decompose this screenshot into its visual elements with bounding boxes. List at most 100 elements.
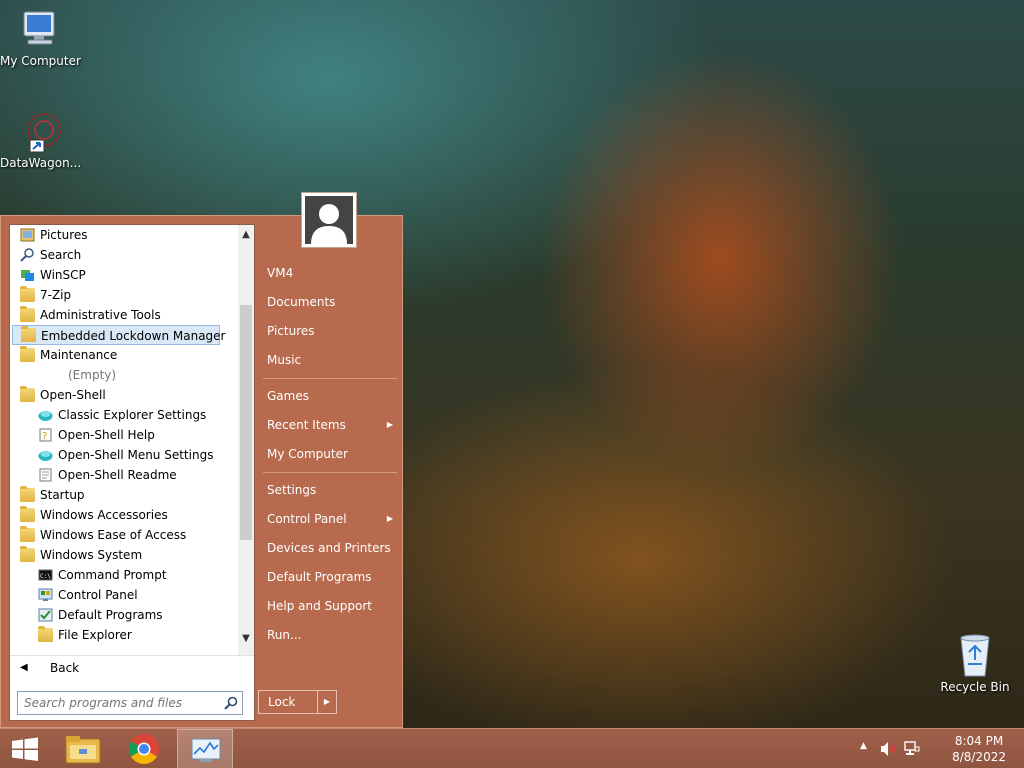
list-item-7zip[interactable]: 7-Zip	[10, 285, 238, 305]
winscp-icon	[21, 270, 34, 281]
right-item-devices-and-printers[interactable]: Devices and Printers	[259, 535, 399, 561]
folder-icon	[20, 526, 35, 542]
lock-options-button[interactable]: ▶	[317, 690, 337, 714]
list-item-winscp[interactable]: WinSCP	[10, 265, 238, 285]
search-icon	[20, 248, 34, 262]
folder-icon	[20, 486, 35, 502]
user-icon	[311, 204, 347, 244]
separator	[263, 472, 397, 473]
programs-scrollbar[interactable]: ▲ ▼	[238, 225, 254, 655]
list-item-file-explorer[interactable]: File Explorer	[10, 625, 238, 645]
computer-icon	[23, 11, 55, 45]
list-item-empty: (Empty)	[68, 368, 117, 382]
clock[interactable]: 8:04 PM 8/8/2022	[952, 733, 1006, 765]
file-explorer-icon	[38, 626, 53, 642]
right-item-games[interactable]: Games	[259, 383, 399, 409]
chevron-right-icon: ▶	[323, 697, 331, 706]
list-item-classic-explorer-settings[interactable]: Classic Explorer Settings	[10, 405, 238, 425]
cmd-icon: C:\	[38, 569, 53, 581]
programs-list: Pictures Search WinSCP 7-Zip Administrat…	[10, 225, 238, 655]
document-icon	[39, 468, 52, 482]
clock-time: 8:04 PM	[954, 734, 1004, 748]
show-hidden-icons-icon[interactable]: ▲	[860, 741, 867, 751]
list-item-embedded-lockdown-manager[interactable]: Embedded Lockdown Manager	[12, 325, 225, 345]
list-item-open-shell-menu-settings[interactable]: Open-Shell Menu Settings	[10, 445, 238, 465]
scroll-down-icon[interactable]: ▼	[238, 631, 254, 647]
right-item-settings[interactable]: Settings	[259, 477, 399, 503]
right-item-documents[interactable]: Documents	[259, 289, 399, 315]
right-item-vm4[interactable]: VM4	[259, 260, 399, 286]
svg-text:?: ?	[42, 431, 47, 442]
submenu-arrow-icon: ▶	[386, 514, 393, 523]
folder-icon	[20, 286, 35, 302]
list-item-open-shell[interactable]: Open-Shell	[10, 385, 238, 405]
start-button[interactable]	[0, 729, 50, 768]
right-item-recent-items[interactable]: Recent Items ▶	[259, 412, 399, 438]
list-item-open-shell-help[interactable]: ? Open-Shell Help	[10, 425, 238, 445]
list-item-administrative-tools[interactable]: Administrative Tools	[10, 305, 238, 325]
search-input[interactable]	[18, 692, 208, 714]
network-icon[interactable]	[904, 741, 920, 757]
list-item-search[interactable]: Search	[10, 245, 238, 265]
list-item-startup[interactable]: Startup	[10, 485, 238, 505]
pictures-icon	[20, 228, 35, 242]
user-avatar[interactable]	[301, 192, 357, 248]
desktop-icon-label: DataWagon...	[0, 156, 82, 170]
lock-button[interactable]: Lock	[258, 690, 318, 714]
search-box[interactable]	[17, 691, 243, 715]
separator	[263, 378, 397, 379]
file-explorer-icon	[65, 736, 101, 764]
folder-icon	[20, 346, 35, 362]
submenu-arrow-icon: ▶	[386, 420, 393, 429]
datawagon-icon	[27, 113, 61, 153]
list-item-default-programs[interactable]: Default Programs	[10, 605, 238, 625]
search-icon[interactable]	[224, 696, 238, 710]
volume-muted-icon[interactable]	[880, 741, 896, 757]
list-item-control-panel[interactable]: Control Panel	[10, 585, 238, 605]
taskbar-file-explorer-button[interactable]	[55, 729, 111, 768]
control-panel-icon	[38, 588, 53, 601]
taskbar-task-manager-button[interactable]	[177, 729, 233, 768]
scroll-up-icon[interactable]: ▲	[238, 227, 254, 243]
right-item-music[interactable]: Music	[259, 347, 399, 373]
right-item-control-panel[interactable]: Control Panel ▶	[259, 506, 399, 532]
list-item-maintenance[interactable]: Maintenance	[10, 345, 238, 365]
right-item-pictures[interactable]: Pictures	[259, 318, 399, 344]
right-item-run[interactable]: Run...	[259, 622, 399, 648]
back-arrow-icon: ◀	[20, 662, 28, 673]
right-item-my-computer[interactable]: My Computer	[259, 441, 399, 467]
desktop-icon-my-computer[interactable]: My Computer	[0, 8, 81, 68]
list-item-windows-ease-of-access[interactable]: Windows Ease of Access	[10, 525, 238, 545]
desktop-icon-label: My Computer	[0, 54, 81, 68]
shell-icon	[38, 411, 53, 421]
windows-logo-icon	[12, 737, 38, 761]
scroll-thumb[interactable]	[240, 305, 252, 540]
default-programs-icon	[38, 608, 53, 622]
right-item-help-and-support[interactable]: Help and Support	[259, 593, 399, 619]
folder-icon	[20, 386, 35, 402]
back-button[interactable]: ◀ Back	[10, 655, 254, 679]
list-item-open-shell-readme[interactable]: Open-Shell Readme	[10, 465, 238, 485]
desktop-icon-recycle-bin[interactable]: Recycle Bin	[935, 632, 1015, 694]
desktop-icon-datawagon[interactable]: DataWagon...	[0, 110, 82, 170]
folder-icon	[20, 306, 35, 322]
desktop-icon-label: Recycle Bin	[940, 680, 1010, 694]
start-menu: Pictures Search WinSCP 7-Zip Administrat…	[0, 192, 403, 728]
right-item-default-programs[interactable]: Default Programs	[259, 564, 399, 590]
list-item-windows-system[interactable]: Windows System	[10, 545, 238, 565]
svg-text:C:\: C:\	[40, 573, 51, 580]
taskbar: ▲ 8:04 PM 8/8/2022	[0, 728, 1024, 768]
folder-icon	[20, 546, 35, 562]
programs-pane: Pictures Search WinSCP 7-Zip Administrat…	[9, 224, 255, 721]
shell-icon	[38, 451, 53, 461]
list-item-pictures[interactable]: Pictures	[10, 225, 238, 245]
list-item-command-prompt[interactable]: C:\ Command Prompt	[10, 565, 238, 585]
system-tray: ▲ 8:04 PM 8/8/2022	[834, 729, 1024, 768]
performance-monitor-icon	[191, 738, 221, 762]
recycle-bin-icon	[960, 634, 990, 677]
folder-icon	[21, 326, 36, 342]
taskbar-chrome-button[interactable]	[116, 729, 172, 768]
list-item-windows-accessories[interactable]: Windows Accessories	[10, 505, 238, 525]
help-icon: ?	[39, 428, 52, 442]
clock-date: 8/8/2022	[952, 750, 1006, 764]
